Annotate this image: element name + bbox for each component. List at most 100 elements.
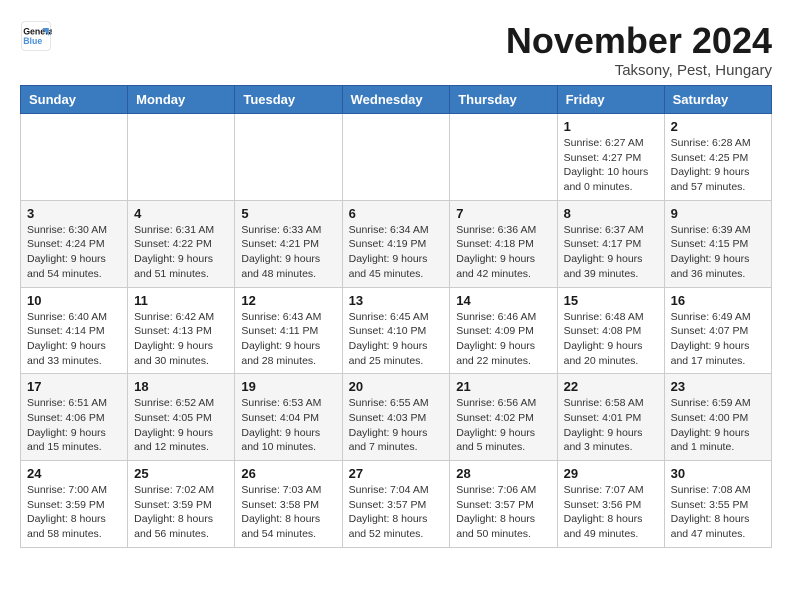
calendar-cell: 3 Sunrise: 6:30 AM Sunset: 4:24 PM Daylig… (21, 200, 128, 287)
day-info: Sunrise: 7:00 AM Sunset: 3:59 PM Dayligh… (27, 483, 121, 542)
day-number: 22 (564, 379, 658, 394)
column-header-thursday: Thursday (450, 86, 557, 114)
day-info: Sunrise: 6:30 AM Sunset: 4:24 PM Dayligh… (27, 223, 121, 282)
day-info: Sunrise: 6:33 AM Sunset: 4:21 PM Dayligh… (241, 223, 335, 282)
day-number: 2 (671, 119, 765, 134)
day-info: Sunrise: 6:58 AM Sunset: 4:01 PM Dayligh… (564, 396, 658, 455)
logo: General Blue (20, 20, 52, 52)
calendar-cell: 7 Sunrise: 6:36 AM Sunset: 4:18 PM Daylig… (450, 200, 557, 287)
day-info: Sunrise: 6:52 AM Sunset: 4:05 PM Dayligh… (134, 396, 228, 455)
calendar-cell: 26Sunrise: 7:03 AM Sunset: 3:58 PM Dayli… (235, 461, 342, 548)
day-info: Sunrise: 6:28 AM Sunset: 4:25 PM Dayligh… (671, 136, 765, 195)
day-info: Sunrise: 7:08 AM Sunset: 3:55 PM Dayligh… (671, 483, 765, 542)
calendar-cell: 13 Sunrise: 6:45 AM Sunset: 4:10 PM Dayli… (342, 287, 450, 374)
day-number: 28 (456, 466, 550, 481)
day-info: Sunrise: 6:27 AM Sunset: 4:27 PM Dayligh… (564, 136, 658, 195)
day-info: Sunrise: 6:45 AM Sunset: 4:10 PM Dayligh… (349, 310, 444, 369)
day-number: 9 (671, 206, 765, 221)
day-number: 30 (671, 466, 765, 481)
day-info: Sunrise: 6:37 AM Sunset: 4:17 PM Dayligh… (564, 223, 658, 282)
calendar-cell: 23Sunrise: 6:59 AM Sunset: 4:00 PM Dayli… (664, 374, 771, 461)
day-number: 25 (134, 466, 228, 481)
calendar-cell (342, 114, 450, 201)
calendar-cell: 5 Sunrise: 6:33 AM Sunset: 4:21 PM Daylig… (235, 200, 342, 287)
calendar-week-row: 1 Sunrise: 6:27 AM Sunset: 4:27 PM Daylig… (21, 114, 772, 201)
day-info: Sunrise: 6:55 AM Sunset: 4:03 PM Dayligh… (349, 396, 444, 455)
day-number: 23 (671, 379, 765, 394)
calendar-cell: 25 Sunrise: 7:02 AM Sunset: 3:59 PM Dayli… (128, 461, 235, 548)
calendar-cell: 16Sunrise: 6:49 AM Sunset: 4:07 PM Dayli… (664, 287, 771, 374)
day-number: 13 (349, 293, 444, 308)
day-number: 6 (349, 206, 444, 221)
day-info: Sunrise: 6:48 AM Sunset: 4:08 PM Dayligh… (564, 310, 658, 369)
day-info: Sunrise: 6:42 AM Sunset: 4:13 PM Dayligh… (134, 310, 228, 369)
calendar-cell: 6 Sunrise: 6:34 AM Sunset: 4:19 PM Daylig… (342, 200, 450, 287)
day-number: 17 (27, 379, 121, 394)
calendar-cell: 4 Sunrise: 6:31 AM Sunset: 4:22 PM Daylig… (128, 200, 235, 287)
column-header-friday: Friday (557, 86, 664, 114)
day-number: 27 (349, 466, 444, 481)
day-info: Sunrise: 6:36 AM Sunset: 4:18 PM Dayligh… (456, 223, 550, 282)
day-info: Sunrise: 6:31 AM Sunset: 4:22 PM Dayligh… (134, 223, 228, 282)
day-info: Sunrise: 6:40 AM Sunset: 4:14 PM Dayligh… (27, 310, 121, 369)
column-header-sunday: Sunday (21, 86, 128, 114)
calendar-cell: 29 Sunrise: 7:07 AM Sunset: 3:56 PM Dayli… (557, 461, 664, 548)
column-header-wednesday: Wednesday (342, 86, 450, 114)
calendar-cell: 12 Sunrise: 6:43 AM Sunset: 4:11 PM Dayli… (235, 287, 342, 374)
day-info: Sunrise: 6:53 AM Sunset: 4:04 PM Dayligh… (241, 396, 335, 455)
calendar-cell: 10 Sunrise: 6:40 AM Sunset: 4:14 PM Dayli… (21, 287, 128, 374)
day-info: Sunrise: 7:07 AM Sunset: 3:56 PM Dayligh… (564, 483, 658, 542)
day-info: Sunrise: 7:06 AM Sunset: 3:57 PM Dayligh… (456, 483, 550, 542)
calendar-cell: 19Sunrise: 6:53 AM Sunset: 4:04 PM Dayli… (235, 374, 342, 461)
day-number: 20 (349, 379, 444, 394)
logo-icon: General Blue (20, 20, 52, 52)
day-info: Sunrise: 6:39 AM Sunset: 4:15 PM Dayligh… (671, 223, 765, 282)
day-number: 10 (27, 293, 121, 308)
day-info: Sunrise: 6:56 AM Sunset: 4:02 PM Dayligh… (456, 396, 550, 455)
day-number: 4 (134, 206, 228, 221)
calendar-cell: 14 Sunrise: 6:46 AM Sunset: 4:09 PM Dayli… (450, 287, 557, 374)
day-info: Sunrise: 6:34 AM Sunset: 4:19 PM Dayligh… (349, 223, 444, 282)
day-number: 3 (27, 206, 121, 221)
calendar-cell: 24 Sunrise: 7:00 AM Sunset: 3:59 PM Dayli… (21, 461, 128, 548)
calendar-week-row: 24 Sunrise: 7:00 AM Sunset: 3:59 PM Dayli… (21, 461, 772, 548)
calendar-cell (235, 114, 342, 201)
day-number: 21 (456, 379, 550, 394)
calendar-cell: 30 Sunrise: 7:08 AM Sunset: 3:55 PM Dayli… (664, 461, 771, 548)
day-number: 29 (564, 466, 658, 481)
calendar-cell: 18 Sunrise: 6:52 AM Sunset: 4:05 PM Dayli… (128, 374, 235, 461)
day-number: 14 (456, 293, 550, 308)
day-number: 24 (27, 466, 121, 481)
calendar-cell: 8Sunrise: 6:37 AM Sunset: 4:17 PM Daylig… (557, 200, 664, 287)
calendar-cell: 2 Sunrise: 6:28 AM Sunset: 4:25 PM Daylig… (664, 114, 771, 201)
calendar-cell: 21 Sunrise: 6:56 AM Sunset: 4:02 PM Dayli… (450, 374, 557, 461)
column-header-saturday: Saturday (664, 86, 771, 114)
day-number: 18 (134, 379, 228, 394)
calendar-cell: 22 Sunrise: 6:58 AM Sunset: 4:01 PM Dayli… (557, 374, 664, 461)
calendar-cell: 17 Sunrise: 6:51 AM Sunset: 4:06 PM Dayli… (21, 374, 128, 461)
calendar-cell: 28 Sunrise: 7:06 AM Sunset: 3:57 PM Dayli… (450, 461, 557, 548)
calendar-cell (21, 114, 128, 201)
calendar-cell (450, 114, 557, 201)
location: Taksony, Pest, Hungary (506, 62, 772, 79)
calendar: SundayMondayTuesdayWednesdayThursdayFrid… (20, 85, 772, 548)
month-title: November 2024 (506, 20, 772, 62)
calendar-cell: 27 Sunrise: 7:04 AM Sunset: 3:57 PM Dayli… (342, 461, 450, 548)
calendar-header-row: SundayMondayTuesdayWednesdayThursdayFrid… (21, 86, 772, 114)
day-info: Sunrise: 6:51 AM Sunset: 4:06 PM Dayligh… (27, 396, 121, 455)
day-number: 15 (564, 293, 658, 308)
day-info: Sunrise: 6:43 AM Sunset: 4:11 PM Dayligh… (241, 310, 335, 369)
day-info: Sunrise: 7:04 AM Sunset: 3:57 PM Dayligh… (349, 483, 444, 542)
day-number: 5 (241, 206, 335, 221)
day-number: 26 (241, 466, 335, 481)
calendar-week-row: 3 Sunrise: 6:30 AM Sunset: 4:24 PM Daylig… (21, 200, 772, 287)
day-number: 7 (456, 206, 550, 221)
day-number: 1 (564, 119, 658, 134)
calendar-cell: 9 Sunrise: 6:39 AM Sunset: 4:15 PM Daylig… (664, 200, 771, 287)
day-number: 12 (241, 293, 335, 308)
day-info: Sunrise: 6:46 AM Sunset: 4:09 PM Dayligh… (456, 310, 550, 369)
calendar-cell (128, 114, 235, 201)
day-number: 16 (671, 293, 765, 308)
svg-text:Blue: Blue (23, 36, 42, 46)
day-info: Sunrise: 7:02 AM Sunset: 3:59 PM Dayligh… (134, 483, 228, 542)
